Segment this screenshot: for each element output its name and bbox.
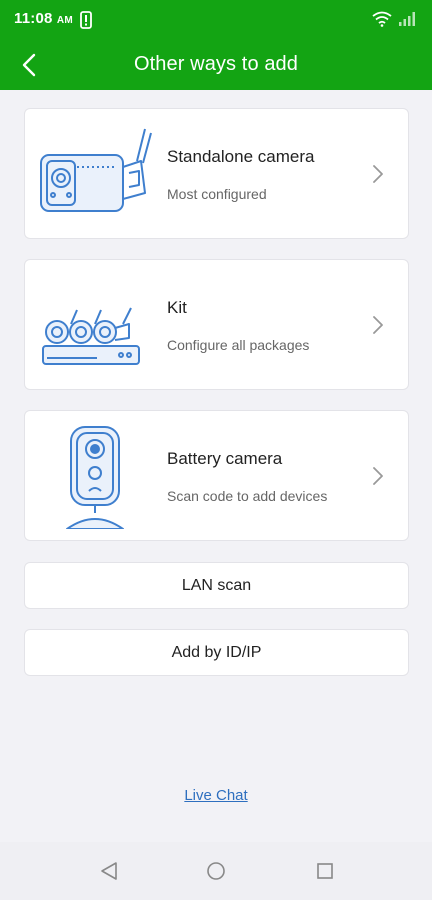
- standalone-camera-option[interactable]: Standalone camera Most configured: [24, 108, 409, 239]
- app-bar: Other ways to add: [0, 40, 432, 90]
- kit-option[interactable]: Kit Configure all packages: [24, 259, 409, 390]
- live-chat-link[interactable]: Live Chat: [0, 787, 432, 804]
- nav-back-icon[interactable]: [99, 861, 119, 881]
- status-ampm: AM: [56, 15, 73, 26]
- battery-camera-icon: [66, 426, 124, 529]
- signal-icon: [399, 12, 415, 26]
- status-bar: 11:08 AM: [0, 0, 432, 40]
- chevron-right-icon: [373, 467, 383, 485]
- lan-scan-button[interactable]: LAN scan: [24, 562, 409, 609]
- system-nav-bar: [0, 842, 432, 900]
- nav-home-icon[interactable]: [206, 861, 226, 881]
- card-title: Battery camera: [167, 449, 283, 468]
- battery-camera-option[interactable]: Battery camera Scan code to add devices: [24, 410, 409, 541]
- add-by-id-ip-button[interactable]: Add by ID/IP: [24, 629, 409, 676]
- page-title: Other ways to add: [133, 53, 298, 75]
- nvr-kit-icon: [42, 307, 140, 365]
- card-subtitle: Most configured: [167, 186, 267, 202]
- card-subtitle: Scan code to add devices: [167, 488, 328, 504]
- card-title: Kit: [167, 298, 187, 317]
- status-icons: [372, 11, 418, 27]
- chevron-right-icon: [373, 165, 383, 183]
- card-subtitle: Configure all packages: [167, 337, 310, 353]
- nav-recents-icon[interactable]: [315, 861, 335, 881]
- status-clock: 11:08: [14, 10, 53, 27]
- bullet-camera-icon: [40, 128, 152, 212]
- card-title: Standalone camera: [167, 147, 315, 166]
- status-time: 11:08 AM: [14, 10, 73, 27]
- chevron-right-icon: [373, 316, 383, 334]
- notification-icon: [80, 11, 92, 29]
- wifi-icon: [372, 11, 392, 27]
